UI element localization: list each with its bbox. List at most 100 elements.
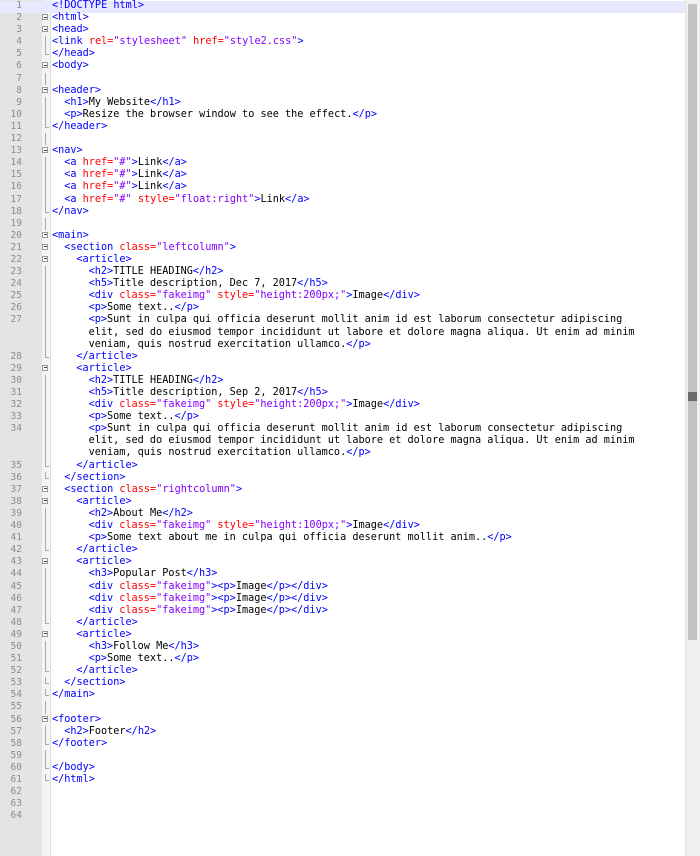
code-text[interactable]: <h5>Title description, Dec 7, 2017</h5> xyxy=(52,278,672,290)
code-text[interactable]: <section class="rightcolumn"> xyxy=(52,484,672,496)
code-text[interactable]: <article> xyxy=(52,496,672,508)
code-text[interactable]: </article> xyxy=(52,351,672,363)
code-text[interactable]: <div class="fakeimg"><p>Image</p></div> xyxy=(52,593,672,605)
code-line[interactable]: 13 <nav> xyxy=(0,145,686,157)
code-line[interactable]: 37 <section class="rightcolumn"> xyxy=(0,484,686,496)
code-text[interactable]: <article> xyxy=(52,629,672,641)
code-text[interactable]: <div class="fakeimg"><p>Image</p></div> xyxy=(52,581,672,593)
code-text[interactable]: <p>Resize the browser window to see the … xyxy=(52,109,672,121)
code-text[interactable]: <p>Some text..</p> xyxy=(52,302,672,314)
code-text[interactable]: <a href="#">Link</a> xyxy=(52,169,672,181)
fold-toggle-icon[interactable] xyxy=(42,496,50,508)
code-text[interactable]: <div class="fakeimg"><p>Image</p></div> xyxy=(52,605,672,617)
code-line[interactable]: 39 <h2>About Me</h2> xyxy=(0,507,686,521)
code-line[interactable]: 64 xyxy=(0,810,686,822)
code-text[interactable]: <div class="fakeimg" style="height:100px… xyxy=(52,520,672,532)
code-text[interactable]: <footer> xyxy=(52,714,672,726)
code-text[interactable]: <main> xyxy=(52,230,672,242)
code-text[interactable]: </article> xyxy=(52,617,672,629)
fold-toggle-icon[interactable] xyxy=(42,629,50,641)
code-text[interactable]: </section> xyxy=(52,677,672,689)
scrollbar-thumb[interactable] xyxy=(688,4,697,640)
code-line[interactable]: 12 xyxy=(0,133,686,146)
code-text[interactable]: <h2>About Me</h2> xyxy=(52,508,672,520)
code-line[interactable]: 31 <h5>Title description, Sep 2, 2017</h5… xyxy=(0,387,686,400)
code-text[interactable]: <h2>Footer</h2> xyxy=(52,726,672,738)
code-line[interactable]: 48 </article> xyxy=(0,616,686,629)
code-lines[interactable]: 1 <!DOCTYPE html> 2 <html> 3 <head> 4 <link rel… xyxy=(0,0,686,822)
code-text[interactable]: <nav> xyxy=(52,145,672,157)
code-text[interactable]: <body> xyxy=(52,60,672,72)
code-line[interactable]: veniam, quis nostrud exercitation ullamc… xyxy=(0,447,686,460)
fold-toggle-icon[interactable] xyxy=(42,556,50,568)
code-text[interactable]: elit, sed do eiusmod tempor incididunt u… xyxy=(52,327,672,339)
code-line[interactable]: 51 <p>Some text..</p> xyxy=(0,653,686,666)
code-line[interactable]: 56 <footer> xyxy=(0,714,686,726)
code-line[interactable]: 1 <!DOCTYPE html> xyxy=(0,0,686,12)
code-line[interactable]: 41 <p>Some text about me in culpa qui off… xyxy=(0,532,686,545)
code-text[interactable]: </footer> xyxy=(52,738,672,750)
code-line[interactable]: 46 <div class="fakeimg"><p>Image</p></div… xyxy=(0,592,686,605)
code-text[interactable]: <h2>TITLE HEADING</h2> xyxy=(52,266,672,278)
code-line[interactable]: 29 <article> xyxy=(0,363,686,375)
code-line[interactable]: 10 <p>Resize the browser window to see th… xyxy=(0,108,686,122)
code-text[interactable]: <p>Some text..</p> xyxy=(52,653,672,665)
code-line[interactable]: 40 <div class="fakeimg" style="height:100… xyxy=(0,520,686,533)
code-line[interactable]: 60 </body> xyxy=(0,761,686,774)
code-text[interactable]: <link rel="stylesheet" href="style2.css"… xyxy=(52,36,672,48)
code-text[interactable]: </body> xyxy=(52,762,672,774)
code-text[interactable]: <h1>My Website</h1> xyxy=(52,97,672,109)
code-line[interactable]: 59 xyxy=(0,749,686,763)
code-line[interactable]: 47 <div class="fakeimg"><p>Image</p></div… xyxy=(0,604,686,617)
code-text[interactable]: elit, sed do eiusmod tempor incididunt u… xyxy=(52,435,672,447)
code-line[interactable]: 54 </main> xyxy=(0,689,686,701)
code-text[interactable]: <!DOCTYPE html> xyxy=(52,0,672,12)
code-line[interactable]: 32 <div class="fakeimg" style="height:200… xyxy=(0,399,686,412)
code-line[interactable]: 6 <body> xyxy=(0,60,686,72)
code-line[interactable]: 61 </html> xyxy=(0,774,686,786)
code-text[interactable]: </header> xyxy=(52,121,672,133)
code-line[interactable]: 52 </article> xyxy=(0,665,686,677)
code-line[interactable]: 9 <h1>My Website</h1> xyxy=(0,96,686,109)
code-line[interactable]: 42 </article> xyxy=(0,544,686,556)
fold-toggle-icon[interactable] xyxy=(42,484,50,496)
code-text[interactable]: </article> xyxy=(52,665,672,677)
code-text[interactable]: veniam, quis nostrud exercitation ullamc… xyxy=(52,447,672,459)
code-text[interactable]: </html> xyxy=(52,774,672,786)
code-text[interactable]: <header> xyxy=(52,85,672,97)
code-text[interactable]: </section> xyxy=(52,472,672,484)
fold-toggle-icon[interactable] xyxy=(42,230,50,242)
code-line[interactable]: 19 xyxy=(0,217,686,230)
code-line[interactable]: 28 </article> xyxy=(0,350,686,363)
code-line[interactable]: 53 </section> xyxy=(0,677,686,689)
code-text[interactable]: <a href="#">Link</a> xyxy=(52,181,672,193)
code-text[interactable]: </article> xyxy=(52,544,672,556)
code-text[interactable]: <div class="fakeimg" style="height:200px… xyxy=(52,399,672,411)
code-line[interactable]: 22 <article> xyxy=(0,254,686,266)
fold-toggle-icon[interactable] xyxy=(42,254,50,266)
code-text[interactable]: </main> xyxy=(52,689,672,701)
fold-toggle-icon[interactable] xyxy=(42,363,50,375)
code-line[interactable]: veniam, quis nostrud exercitation ullamc… xyxy=(0,338,686,351)
code-text[interactable]: </nav> xyxy=(52,206,672,218)
code-text[interactable]: <head> xyxy=(52,24,672,36)
code-editor[interactable]: 1 <!DOCTYPE html> 2 <html> 3 <head> 4 <link rel… xyxy=(0,0,700,856)
code-line[interactable]: 2 <html> xyxy=(0,12,686,24)
code-line[interactable]: 45 <div class="fakeimg"><p>Image</p></div… xyxy=(0,580,686,593)
code-line[interactable]: 26 <p>Some text..</p> xyxy=(0,302,686,315)
code-text[interactable]: <h5>Title description, Sep 2, 2017</h5> xyxy=(52,387,672,399)
code-line[interactable]: elit, sed do eiusmod tempor incididunt u… xyxy=(0,435,686,448)
code-line[interactable]: elit, sed do eiusmod tempor incididunt u… xyxy=(0,326,686,339)
code-line[interactable]: 30 <h2>TITLE HEADING</h2> xyxy=(0,374,686,388)
code-text[interactable]: <article> xyxy=(52,363,672,375)
code-text[interactable]: <p>Sunt in culpa qui officia deserunt mo… xyxy=(52,423,672,435)
code-line[interactable]: 14 <a href="#">Link</a> xyxy=(0,157,686,170)
code-text[interactable]: <a href="#">Link</a> xyxy=(52,157,672,169)
fold-toggle-icon[interactable] xyxy=(42,24,50,36)
code-line[interactable]: 21 <section class="leftcolumn"> xyxy=(0,242,686,254)
code-line[interactable]: 4 <link rel="stylesheet" href="style2.css… xyxy=(0,36,686,49)
code-line[interactable]: 27 <p>Sunt in culpa qui officia deserunt … xyxy=(0,314,686,327)
code-line[interactable]: 58 </footer> xyxy=(0,737,686,750)
code-line[interactable]: 62 xyxy=(0,786,686,798)
code-line[interactable]: 15 <a href="#">Link</a> xyxy=(0,169,686,182)
